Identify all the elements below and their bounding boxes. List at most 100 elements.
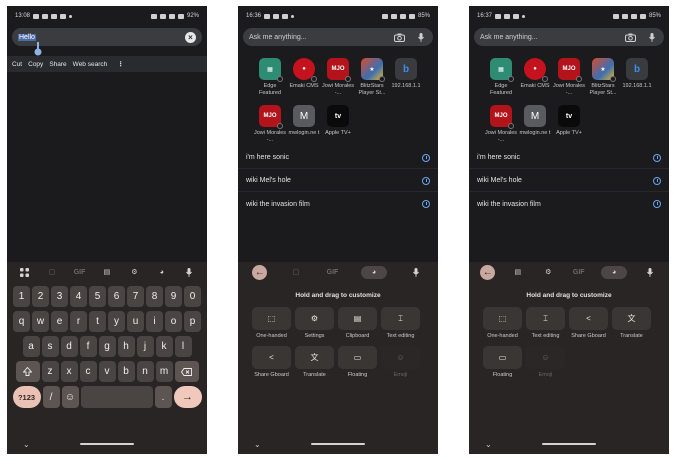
microphone-icon[interactable] (642, 265, 658, 279)
floating-button[interactable]: ▭ Floating (483, 346, 522, 381)
share-gboard-button[interactable]: < Share Gboard (569, 307, 608, 342)
shortcut-router[interactable]: b 192.168.1.1 (620, 58, 654, 105)
key-8[interactable]: 8 (146, 286, 163, 307)
clipboard-button[interactable]: ▤ Clipboard (338, 307, 377, 342)
shortcut-mwlogin[interactable]: M mwlogin.ne t (518, 105, 552, 152)
back-arrow-icon[interactable]: ← (480, 264, 496, 280)
more-vert-icon[interactable]: ⋮ (118, 60, 125, 68)
settings-gear-icon[interactable]: ⚙ (126, 265, 142, 279)
key-x[interactable]: x (60, 361, 78, 382)
chevron-down-icon[interactable]: ⌄ (485, 440, 492, 449)
theme-palette-button[interactable]: ◕ (361, 265, 388, 279)
search-placeholder[interactable]: Ask me anything... (249, 34, 383, 41)
search-input[interactable]: Ask me anything... (243, 28, 433, 46)
search-placeholder[interactable]: Ask me anything... (480, 34, 614, 41)
key-o[interactable]: o (165, 311, 182, 332)
shortcut-emaki-cms[interactable]: ● Emaki CMS (518, 58, 552, 105)
home-gesture-bar[interactable] (542, 443, 596, 445)
suggestion-item[interactable]: wiki Mel's hole (469, 170, 669, 192)
suggestion-item[interactable]: wiki Mel's hole (238, 170, 438, 192)
key-n[interactable]: n (136, 361, 154, 382)
key-p[interactable]: p (184, 311, 201, 332)
gif-button[interactable]: GIF (571, 265, 587, 279)
chevron-down-icon[interactable]: ⌄ (23, 440, 30, 449)
key-f[interactable]: f (79, 336, 97, 357)
shortcut-mwlogin[interactable]: M mwlogin.ne t (287, 105, 321, 152)
microphone-icon[interactable] (408, 265, 424, 279)
key-u[interactable]: u (127, 311, 144, 332)
key-k[interactable]: k (155, 336, 173, 357)
apps-grid-icon[interactable] (17, 265, 33, 279)
shift-key[interactable] (15, 361, 40, 382)
clear-icon[interactable]: × (185, 31, 196, 43)
key-h[interactable]: h (117, 336, 135, 357)
key-s[interactable]: s (41, 336, 59, 357)
floating-button[interactable]: ▭ Floating (338, 346, 377, 381)
shortcut-jowi-morales-2[interactable]: MJO Jowi Morales -... (253, 105, 287, 152)
microphone-icon[interactable] (415, 31, 427, 43)
theme-palette-button[interactable]: ◕ (601, 265, 628, 279)
key-l[interactable]: l (174, 336, 192, 357)
shortcut-emaki-cms[interactable]: ● Emaki CMS (287, 58, 321, 105)
theme-palette-icon[interactable]: ◕ (154, 265, 170, 279)
share-gboard-button[interactable]: < Share Gboard (252, 346, 291, 381)
sticker-icon[interactable]: ▢ (44, 265, 60, 279)
home-gesture-bar[interactable] (80, 443, 134, 445)
key-m[interactable]: m (155, 361, 173, 382)
copy-menu-item[interactable]: Copy (28, 61, 43, 68)
translate-button[interactable]: 文 Translate (612, 307, 651, 342)
one-handed-button[interactable]: ⬚ One-handed (252, 307, 291, 342)
settings-gear-icon[interactable]: ⚙ (540, 265, 556, 279)
key-0[interactable]: 0 (184, 286, 201, 307)
shortcut-blitzstars[interactable]: ★ BlitzStars Player St... (586, 58, 620, 105)
chevron-down-icon[interactable]: ⌄ (254, 440, 261, 449)
key-3[interactable]: 3 (51, 286, 68, 307)
key-5[interactable]: 5 (89, 286, 106, 307)
cut-menu-item[interactable]: Cut (12, 61, 22, 68)
back-arrow-icon[interactable]: ← (252, 264, 268, 280)
suggestion-item[interactable]: wiki the invasion film (469, 193, 669, 215)
home-gesture-bar[interactable] (311, 443, 365, 445)
key-q[interactable]: q (13, 311, 30, 332)
camera-icon[interactable] (393, 31, 405, 43)
key-1[interactable]: 1 (13, 286, 30, 307)
shortcut-edge-featured[interactable]: ▦ Edge Featured (253, 58, 287, 105)
backspace-key[interactable] (174, 361, 199, 382)
shortcut-jowi-morales-2[interactable]: MJO Jowi Morales -... (484, 105, 518, 152)
clipboard-icon[interactable]: ▤ (99, 265, 115, 279)
key-4[interactable]: 4 (70, 286, 87, 307)
key-d[interactable]: d (60, 336, 78, 357)
translate-button[interactable]: 文 Translate (295, 346, 334, 381)
shortcut-edge-featured[interactable]: ▦ Edge Featured (484, 58, 518, 105)
search-input[interactable]: Ask me anything... (474, 28, 664, 46)
period-key[interactable]: . (154, 386, 172, 408)
settings-button[interactable]: ⚙ Settings (295, 307, 334, 342)
shortcut-jowi-morales[interactable]: MJO Jowi Morales -... (552, 58, 586, 105)
key-e[interactable]: e (51, 311, 68, 332)
key-2[interactable]: 2 (32, 286, 49, 307)
space-key[interactable] (80, 386, 153, 408)
camera-icon[interactable] (624, 31, 636, 43)
key-b[interactable]: b (117, 361, 135, 382)
microphone-icon[interactable] (646, 31, 658, 43)
key-9[interactable]: 9 (165, 286, 182, 307)
key-j[interactable]: j (136, 336, 154, 357)
key-i[interactable]: i (146, 311, 163, 332)
emoji-button[interactable]: ☺ Emoji (381, 346, 420, 381)
key-t[interactable]: t (89, 311, 106, 332)
symbols-key[interactable]: ?123 (12, 386, 41, 408)
shortcut-router[interactable]: b 192.168.1.1 (389, 58, 423, 105)
key-w[interactable]: w (32, 311, 49, 332)
enter-key[interactable]: → (173, 386, 202, 408)
share-menu-item[interactable]: Share (49, 61, 66, 68)
shortcut-blitzstars[interactable]: ★ BlitzStars Player St... (355, 58, 389, 105)
key-7[interactable]: 7 (127, 286, 144, 307)
gif-button[interactable]: GIF (324, 265, 340, 279)
gif-button[interactable]: GIF (72, 265, 88, 279)
suggestion-item[interactable]: i'm here sonic (469, 147, 669, 169)
key-y[interactable]: y (108, 311, 125, 332)
key-z[interactable]: z (41, 361, 59, 382)
text-editing-button[interactable]: ⌶ Text editing (526, 307, 565, 342)
emoji-key[interactable]: ☺ (61, 386, 79, 408)
shortcut-apple-tv[interactable]: tv Apple TV+ (552, 105, 586, 152)
